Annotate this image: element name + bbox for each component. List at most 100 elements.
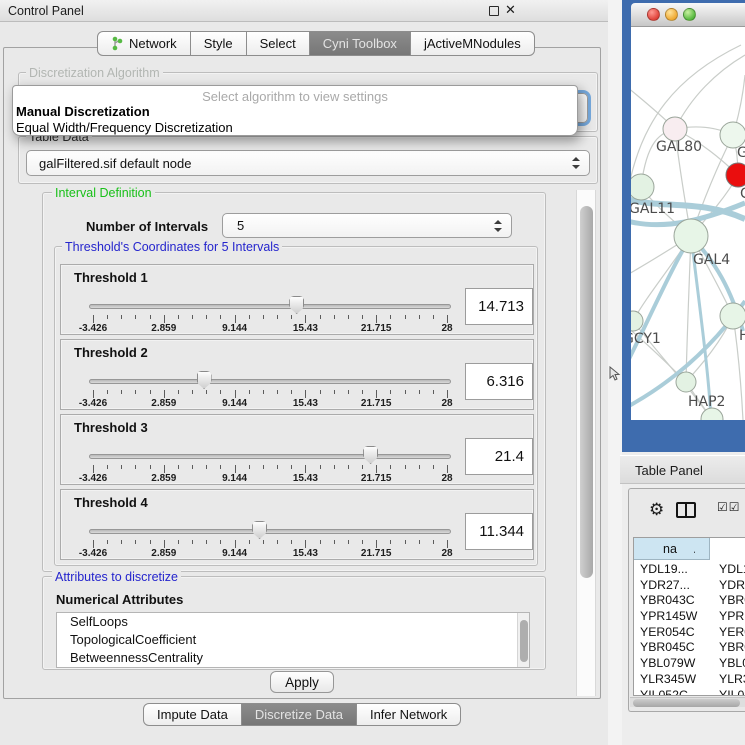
slider-tick: [135, 315, 136, 319]
slider-tick-label: 15.43: [293, 398, 318, 409]
float-window-icon[interactable]: [489, 6, 499, 16]
network-node[interactable]: [631, 174, 654, 200]
slider-thumb[interactable]: [252, 521, 267, 539]
attribute-list-item[interactable]: TopologicalCoefficient: [57, 631, 529, 649]
network-canvas[interactable]: GAL80GCGAL11GAL4GCY1HHAP2: [631, 27, 745, 420]
attribute-list-item[interactable]: SelfLoops: [57, 613, 529, 631]
slider-tick: [305, 540, 306, 548]
slider-tick: [376, 315, 377, 323]
list-scrollbar[interactable]: [517, 613, 529, 667]
zoom-traffic-light[interactable]: [683, 8, 696, 21]
attribute-list-item[interactable]: BetweennessCentrality: [57, 649, 529, 667]
table-row[interactable]: YER054CYER0: [634, 625, 745, 641]
table-row[interactable]: YBR043CYBR0: [634, 593, 745, 609]
column-header-name[interactable]: na: [634, 538, 694, 560]
dropdown-option[interactable]: Equal Width/Frequency Discretization: [13, 120, 577, 136]
slider-track[interactable]: [89, 379, 451, 384]
panel-scrollbar[interactable]: [576, 190, 596, 696]
numerical-attributes-label: Numerical Attributes: [56, 592, 183, 607]
slider-tick: [263, 540, 264, 544]
tab-select[interactable]: Select: [247, 31, 310, 56]
gear-icon[interactable]: ⚙: [649, 500, 664, 520]
slider-tick: [206, 465, 207, 469]
threshold-value-field[interactable]: 14.713: [465, 288, 533, 325]
table-row[interactable]: YPR145WYPR1: [634, 609, 745, 625]
columns-icon[interactable]: [676, 502, 696, 518]
slider-tick: [263, 465, 264, 469]
checkbox-icons[interactable]: ☑☑: [717, 500, 741, 514]
network-node-label: GCY1: [631, 331, 661, 347]
threshold-value-field[interactable]: 6.316: [465, 363, 533, 400]
network-node[interactable]: [720, 303, 745, 329]
number-of-intervals-spinner[interactable]: 5: [222, 213, 512, 238]
slider-tick: [447, 465, 448, 473]
close-traffic-light[interactable]: [647, 8, 660, 21]
table-panel: ⚙ ☑☑ shared... na YDL19...YDL1YDR27...YD…: [628, 488, 745, 712]
slider-tick: [405, 465, 406, 469]
table-row[interactable]: YDR27...YDR2: [634, 578, 745, 594]
tab-style[interactable]: Style: [191, 31, 247, 56]
table-row[interactable]: YDL19...YDL1: [634, 562, 745, 578]
slider-tick: [291, 390, 292, 394]
table-data-combobox[interactable]: galFiltered.sif default node: [26, 150, 590, 176]
network-edge[interactable]: [631, 45, 741, 197]
slider-track[interactable]: [89, 529, 451, 534]
tab-jactivemnodules[interactable]: jActiveMNodules: [411, 31, 535, 56]
slider-tick: [277, 540, 278, 544]
network-node[interactable]: [726, 163, 745, 187]
network-node[interactable]: [674, 219, 708, 253]
numerical-attributes-list[interactable]: SelfLoopsTopologicalCoefficientBetweenne…: [56, 612, 530, 668]
network-node[interactable]: [631, 311, 643, 331]
tab-discretize-data[interactable]: Discretize Data: [242, 703, 357, 726]
slider-track[interactable]: [89, 304, 451, 309]
table-horizontal-scrollbar[interactable]: [630, 697, 745, 707]
slider-tick: [206, 390, 207, 394]
slider-tick: [362, 540, 363, 544]
threshold-label: Threshold 1: [74, 270, 148, 285]
slider-thumb[interactable]: [289, 296, 304, 314]
dropdown-hint: Select algorithm to view settings: [13, 89, 577, 104]
table-row[interactable]: YBR045CYBR0: [634, 640, 745, 656]
slider-tick-label: -3.426: [79, 398, 107, 409]
slider-tick: [235, 390, 236, 398]
threshold-value-field[interactable]: 11.344: [465, 513, 533, 550]
dropdown-option[interactable]: Manual Discretization: [13, 104, 577, 120]
slider-tick: [164, 540, 165, 548]
table-panel-title: Table Panel: [635, 463, 703, 478]
tab-network[interactable]: Network: [97, 31, 191, 56]
scrollbar-thumb[interactable]: [580, 206, 593, 578]
slider-thumb[interactable]: [363, 446, 378, 464]
slider-tick: [320, 540, 321, 544]
slider-tick: [277, 465, 278, 469]
slider-tick: [320, 465, 321, 469]
table-row[interactable]: YLR345WYLR3: [634, 672, 745, 688]
slider-tick: [390, 390, 391, 394]
tab-label: Cyni Toolbox: [323, 36, 397, 51]
minimize-traffic-light[interactable]: [665, 8, 678, 21]
apply-button[interactable]: Apply: [270, 671, 334, 693]
network-node[interactable]: [676, 372, 696, 392]
threshold-value-field[interactable]: 21.4: [465, 438, 533, 475]
network-node[interactable]: [663, 117, 687, 141]
tab-cyni-toolbox[interactable]: Cyni Toolbox: [310, 31, 411, 56]
network-edge[interactable]: [675, 55, 745, 129]
slider-tick: [447, 390, 448, 398]
slider-track[interactable]: [89, 454, 451, 459]
tab-impute-data[interactable]: Impute Data: [143, 703, 242, 726]
close-icon[interactable]: ✕: [505, 2, 516, 18]
slider-tick: [178, 390, 179, 394]
tab-infer-network[interactable]: Infer Network: [357, 703, 461, 726]
table-row[interactable]: YBL079WYBL0: [634, 656, 745, 672]
scrollbar-thumb[interactable]: [633, 699, 740, 707]
table-row[interactable]: YIL052CYIL0: [634, 688, 745, 697]
scrollbar-thumb[interactable]: [520, 620, 528, 662]
cell-name: YBL0: [719, 656, 745, 670]
slider-tick: [121, 540, 122, 544]
slider-tick: [150, 540, 151, 544]
discretization-algorithm-label: Discretization Algorithm: [26, 66, 163, 80]
slider-tick-label: 15.43: [293, 323, 318, 334]
node-table[interactable]: shared... na YDL19...YDL1YDR27...YDR2YBR…: [633, 537, 745, 696]
slider-thumb[interactable]: [197, 371, 212, 389]
slider-tick: [135, 540, 136, 544]
tab-label: Network: [129, 36, 177, 51]
